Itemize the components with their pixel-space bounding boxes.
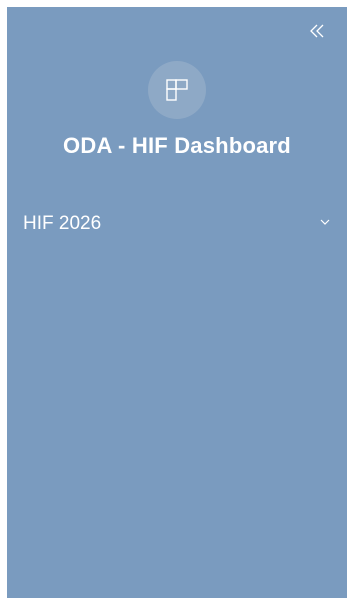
app-logo — [148, 61, 206, 119]
collapse-sidebar-button[interactable] — [307, 21, 327, 41]
app-title: ODA - HIF Dashboard — [63, 133, 291, 158]
chevron-down-icon — [320, 219, 330, 225]
sidebar: ODA - HIF Dashboard HIF 2026 — [7, 7, 347, 598]
double-chevron-left-icon — [310, 24, 324, 38]
dashboard-layout-icon — [166, 79, 188, 101]
sidebar-item-label: HIF 2026 — [23, 213, 102, 234]
sidebar-item-hif-2026[interactable]: HIF 2026 — [7, 207, 347, 241]
